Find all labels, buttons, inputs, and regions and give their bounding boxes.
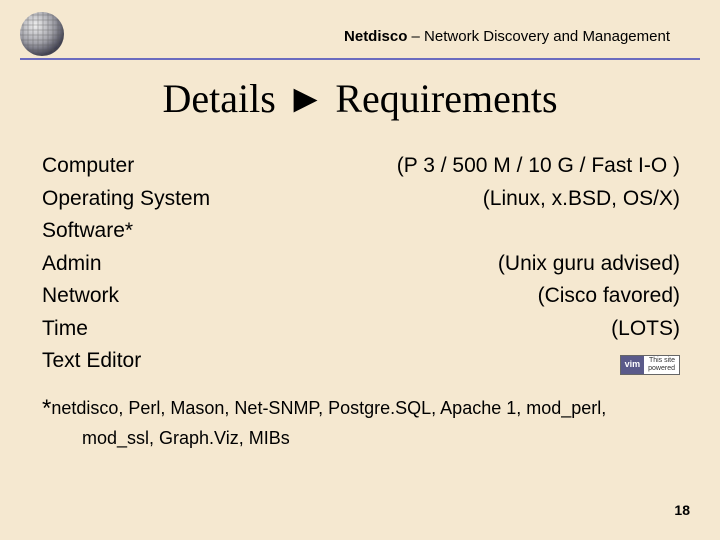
footnote-line-1: *netdisco, Perl, Mason, Net-SNMP, Postgr… bbox=[42, 392, 682, 426]
footnote-star: * bbox=[42, 395, 51, 422]
requirements-list: Computer (P 3 / 500 M / 10 G / Fast I-O … bbox=[42, 150, 680, 378]
row-os: Operating System (Linux, x.BSD, OS/X) bbox=[42, 183, 680, 216]
row-network: Network (Cisco favored) bbox=[42, 280, 680, 313]
value-network: (Cisco favored) bbox=[119, 280, 680, 313]
label-computer: Computer bbox=[42, 150, 134, 183]
label-admin: Admin bbox=[42, 248, 102, 281]
row-software: Software* bbox=[42, 215, 680, 248]
page-title: Details ► Requirements bbox=[0, 75, 720, 122]
app-subtitle: – Network Discovery and Management bbox=[407, 28, 670, 45]
slide-header: Netdisco – Network Discovery and Managem… bbox=[20, 18, 700, 68]
value-editor: vim This site powered bbox=[141, 355, 680, 375]
vim-badge-right-2: powered bbox=[648, 365, 675, 372]
vim-badge-left: vim bbox=[621, 356, 645, 374]
label-os: Operating System bbox=[42, 183, 210, 216]
header-title: Netdisco – Network Discovery and Managem… bbox=[344, 28, 670, 45]
header-divider bbox=[20, 58, 700, 60]
app-name: Netdisco bbox=[344, 28, 407, 45]
row-computer: Computer (P 3 / 500 M / 10 G / Fast I-O … bbox=[42, 150, 680, 183]
footnote: *netdisco, Perl, Mason, Net-SNMP, Postgr… bbox=[42, 392, 682, 451]
value-os: (Linux, x.BSD, OS/X) bbox=[210, 183, 680, 216]
vim-badge-right: This site powered bbox=[644, 356, 679, 374]
row-editor: Text Editor vim This site powered bbox=[42, 345, 680, 378]
value-time: (LOTS) bbox=[88, 313, 680, 346]
footnote-line-2: mod_ssl, Graph.Viz, MIBs bbox=[82, 426, 682, 451]
label-software: Software* bbox=[42, 215, 133, 248]
vim-badge-right-1: This site bbox=[648, 357, 675, 364]
row-admin: Admin (Unix guru advised) bbox=[42, 248, 680, 281]
label-time: Time bbox=[42, 313, 88, 346]
label-network: Network bbox=[42, 280, 119, 313]
footnote-text-1: netdisco, Perl, Mason, Net-SNMP, Postgre… bbox=[51, 398, 606, 418]
value-admin: (Unix guru advised) bbox=[102, 248, 680, 281]
value-computer: (P 3 / 500 M / 10 G / Fast I-O ) bbox=[134, 150, 680, 183]
label-editor: Text Editor bbox=[42, 345, 141, 378]
page-number: 18 bbox=[674, 502, 690, 518]
row-time: Time (LOTS) bbox=[42, 313, 680, 346]
vim-badge: vim This site powered bbox=[620, 355, 680, 375]
